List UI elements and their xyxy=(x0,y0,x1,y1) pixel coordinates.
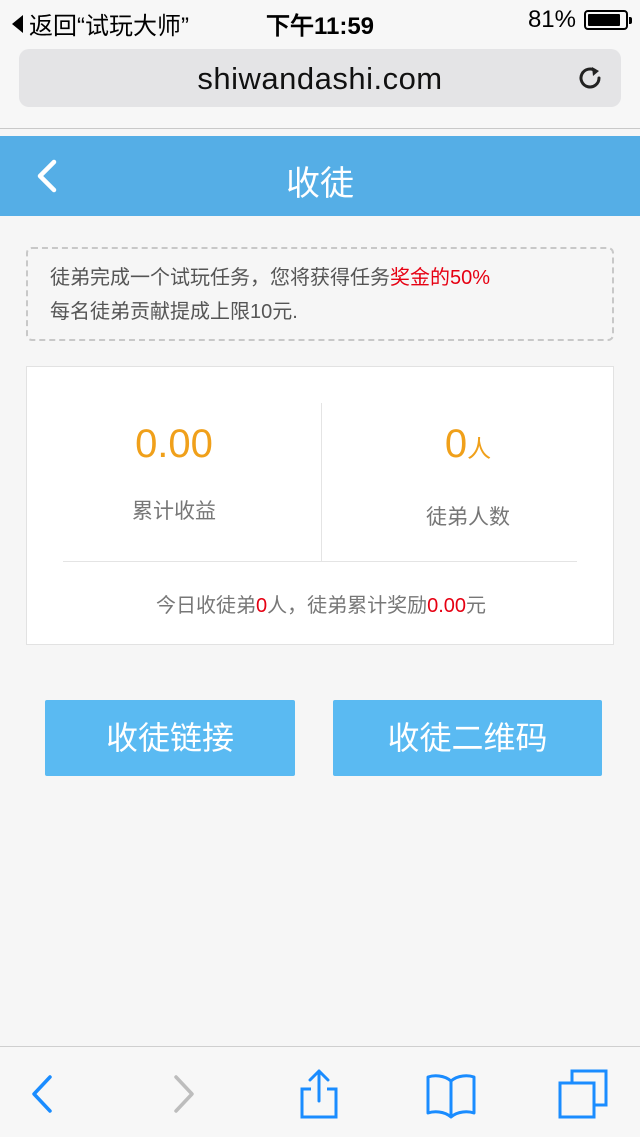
stats-card: 0.00 累计收益 0人 徒弟人数 今日收徒弟0人，徒弟累计奖励0.00元 xyxy=(26,366,614,645)
earnings-label: 累计收益 xyxy=(132,500,216,523)
apprentice-count-value: 0人 xyxy=(321,417,615,477)
battery-percent: 81% xyxy=(527,6,576,33)
total-earnings: 0.00 累计收益 xyxy=(27,417,321,525)
apprentice-number: 0 xyxy=(444,422,468,466)
invite-qr-button[interactable]: 收徒二维码 xyxy=(333,700,602,776)
summary-part-3: 元 xyxy=(466,595,487,617)
browser-address-area: shiwandashi.com xyxy=(0,40,640,129)
address-bar[interactable]: shiwandashi.com xyxy=(19,49,621,107)
apprentice-count-label: 徒弟人数 xyxy=(426,506,510,529)
status-bar: 返回“试玩大师” 下午11:59 81% xyxy=(0,0,640,40)
notice-line-1: 徒弟完成一个试玩任务，您将获得任务奖金的50% xyxy=(50,261,590,295)
reward-notice: 徒弟完成一个试玩任务，您将获得任务奖金的50% 每名徒弟贡献提成上限10元. xyxy=(26,247,614,341)
notice-highlight: 奖金的50% xyxy=(390,267,491,289)
back-icon[interactable] xyxy=(18,1069,68,1119)
battery-status: 81% xyxy=(527,6,632,34)
summary-part-1: 今日收徒弟 xyxy=(155,595,256,617)
earnings-value: 0.00 xyxy=(135,422,213,466)
daily-summary: 今日收徒弟0人，徒弟累计奖励0.00元 xyxy=(27,589,615,618)
summary-today-count: 0 xyxy=(255,595,268,617)
share-icon[interactable] xyxy=(294,1069,344,1119)
notice-text: 徒弟完成一个试玩任务，您将获得任务 xyxy=(50,267,390,289)
summary-reward: 0.00 xyxy=(427,595,467,617)
horizontal-divider xyxy=(63,561,577,562)
battery-icon xyxy=(584,10,632,30)
browser-toolbar xyxy=(0,1046,640,1137)
page-title: 收徒 xyxy=(286,165,354,203)
bookmarks-icon[interactable] xyxy=(426,1069,476,1119)
url-text[interactable]: shiwandashi.com xyxy=(19,61,621,97)
invite-link-button[interactable]: 收徒链接 xyxy=(45,700,295,776)
tabs-icon[interactable] xyxy=(558,1069,608,1119)
page-header: 收徒 xyxy=(0,136,640,216)
summary-part-2: 人，徒弟累计奖励 xyxy=(267,595,428,617)
apprentice-unit: 人 xyxy=(467,436,492,463)
forward-icon[interactable] xyxy=(158,1069,208,1119)
notice-line-2: 每名徒弟贡献提成上限10元. xyxy=(50,301,298,323)
apprentice-count: 0人 徒弟人数 xyxy=(321,417,615,531)
reload-icon[interactable] xyxy=(575,63,605,93)
